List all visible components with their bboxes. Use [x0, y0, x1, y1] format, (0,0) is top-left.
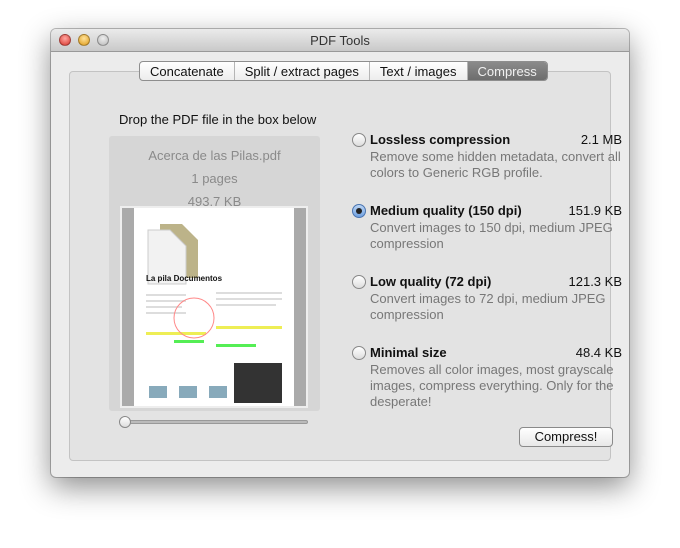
zoom-button[interactable]: [97, 34, 109, 46]
option-title: Minimal size: [370, 345, 447, 360]
tab-bar: Concatenate Split / extract pages Text /…: [139, 61, 548, 81]
radio-minimal-size[interactable]: [352, 346, 366, 360]
pdf-drop-zone[interactable]: Acerca de las Pilas.pdf 1 pages 493.7 KB…: [109, 136, 320, 428]
tab-compress[interactable]: Compress: [467, 62, 547, 80]
tab-text-images[interactable]: Text / images: [370, 62, 468, 80]
close-button[interactable]: [59, 34, 71, 46]
pdf-page-thumbnail: La pila Documentos: [134, 208, 294, 406]
tab-concatenate[interactable]: Concatenate: [140, 62, 235, 80]
window-title: PDF Tools: [310, 33, 370, 48]
tab-split-extract[interactable]: Split / extract pages: [235, 62, 370, 80]
option-description: Convert images to 72 dpi, medium JPEG co…: [370, 291, 606, 322]
option-title: Medium quality (150 dpi): [370, 203, 522, 218]
radio-medium-quality[interactable]: [352, 204, 366, 218]
pdf-tools-window: PDF Tools Concatenate Split / extract pa…: [51, 29, 629, 477]
title-bar: PDF Tools: [51, 29, 629, 52]
document-icon: [146, 224, 282, 403]
option-description: Convert images to 150 dpi, medium JPEG c…: [370, 220, 613, 251]
page-count: 1 pages: [191, 171, 238, 186]
option-title: Low quality (72 dpi): [370, 274, 492, 289]
compress-button[interactable]: Compress!: [519, 427, 613, 447]
minimize-button[interactable]: [78, 34, 90, 46]
file-name: Acerca de las Pilas.pdf: [148, 148, 281, 163]
option-size: 2.1 MB: [580, 132, 622, 147]
pdf-preview: La pila Documentos: [120, 206, 308, 408]
slider-knob[interactable]: [119, 416, 131, 428]
page-slider[interactable]: [119, 416, 308, 428]
radio-low-quality[interactable]: [352, 275, 366, 289]
preview-heading: La pila Documentos: [146, 274, 223, 283]
option-description: Remove some hidden metadata, convert all…: [370, 149, 621, 180]
option-size: 151.9 KB: [568, 203, 623, 218]
option-title: Lossless compression: [370, 132, 511, 147]
tab-content: Drop the PDF file in the box below Acerc…: [69, 71, 622, 461]
option-size: 121.3 KB: [568, 274, 623, 289]
drop-instructions: Drop the PDF file in the box below: [119, 112, 317, 127]
option-description: Removes all color images, most grayscale…: [370, 362, 614, 409]
radio-lossless[interactable]: [352, 133, 366, 147]
option-size: 48.4 KB: [575, 345, 622, 360]
